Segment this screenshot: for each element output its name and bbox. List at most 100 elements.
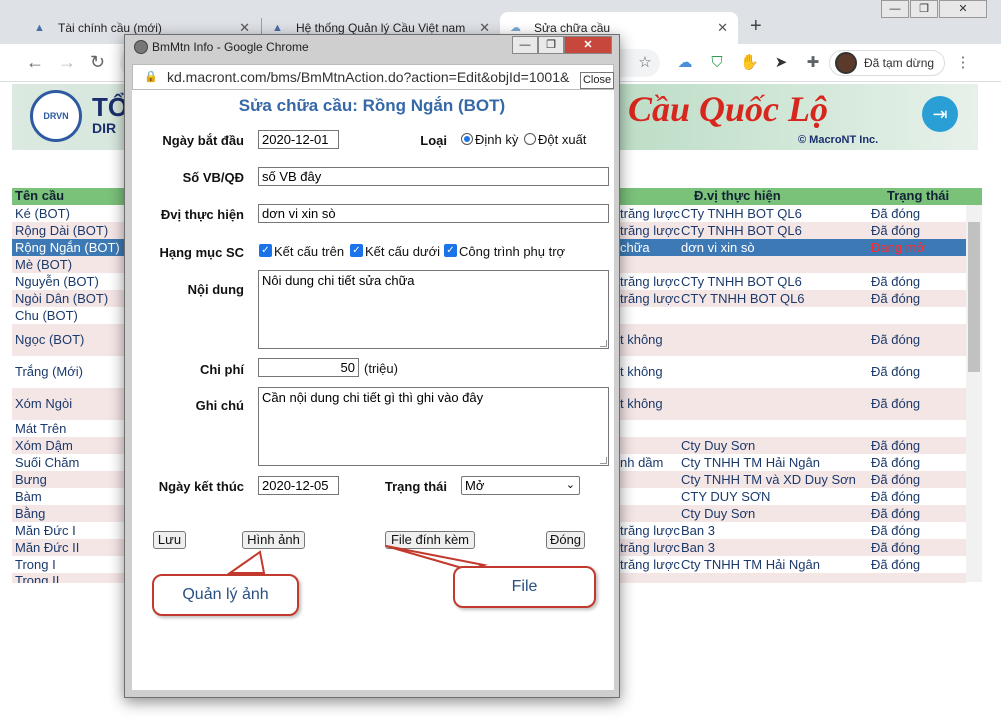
radio-periodic[interactable] bbox=[461, 133, 473, 148]
row-status: Đã đóng bbox=[871, 556, 921, 572]
row-unit: Cty TNHH TM Hải Ngân bbox=[681, 454, 820, 470]
radio-periodic-label: Định kỳ bbox=[475, 132, 519, 147]
row-status: Đã đóng bbox=[871, 505, 921, 521]
row-status: Đã đóng bbox=[871, 539, 921, 555]
row-name: Suối Chăm bbox=[15, 454, 80, 470]
cloud-icon: ☁ bbox=[510, 22, 521, 34]
close-tooltip: Close bbox=[580, 72, 614, 89]
label-cost: Chi phí bbox=[199, 362, 244, 377]
shield-extension-icon[interactable]: ⛉ bbox=[708, 54, 726, 72]
forward-icon[interactable]: → bbox=[58, 52, 76, 73]
doc-no-input[interactable]: số VB đây bbox=[258, 167, 609, 186]
stop-extension-icon[interactable]: ✋ bbox=[740, 54, 759, 72]
note-textarea[interactable]: Cần nội dung chi tiết gì thì ghi vào đây bbox=[258, 387, 609, 466]
logo: DRVN bbox=[30, 90, 82, 142]
row-unit: Cty TNHH TM và XD Duy Sơn bbox=[681, 471, 856, 487]
tab-label: Sửa chữa cầu bbox=[534, 21, 611, 35]
row-unit: CTy TNHH BOT QL6 bbox=[681, 273, 802, 289]
status-select[interactable]: Mở ⌄ bbox=[461, 476, 580, 495]
back-icon[interactable]: ← bbox=[26, 52, 44, 73]
resize-handle[interactable] bbox=[600, 457, 607, 464]
chrome-icon bbox=[134, 40, 148, 54]
popup-close-icon[interactable]: ✕ bbox=[564, 36, 612, 54]
row-category: trăng lược bbox=[620, 556, 680, 572]
checkbox-lower-label: Kết cấu dưới bbox=[365, 244, 441, 259]
row-status: Đã đóng bbox=[871, 364, 921, 379]
logo-text: DRVN bbox=[43, 111, 69, 121]
row-name: Mát Trên bbox=[15, 420, 67, 436]
file-callout: File bbox=[453, 566, 596, 608]
row-unit: dơn vi xin sò bbox=[681, 239, 755, 255]
row-status: Đã đóng bbox=[871, 205, 921, 221]
star-icon[interactable]: ☆ bbox=[636, 54, 654, 72]
row-status: Đã đóng bbox=[871, 332, 921, 347]
maximize-icon[interactable]: ❐ bbox=[910, 0, 938, 18]
label-status: Trạng thái bbox=[384, 479, 447, 494]
row-name: Xóm Dậm bbox=[15, 437, 73, 453]
row-name: Mè (BOT) bbox=[15, 256, 73, 272]
resize-handle[interactable] bbox=[600, 340, 607, 347]
row-name: Chu (BOT) bbox=[15, 307, 78, 323]
cost-unit: (triệu) bbox=[364, 361, 398, 376]
close-icon[interactable]: ✕ bbox=[717, 12, 728, 44]
checkbox-upper[interactable]: ✓ bbox=[259, 244, 272, 257]
cursor-extension-icon[interactable]: ➤ bbox=[772, 54, 790, 72]
reload-icon[interactable]: ↻ bbox=[90, 52, 105, 73]
row-name: Trong II bbox=[15, 573, 60, 583]
status-select-value: Mở bbox=[465, 478, 485, 493]
row-status: Đã đóng bbox=[871, 222, 921, 238]
row-status: Đã đóng bbox=[871, 273, 921, 289]
row-status: Đã đóng bbox=[871, 290, 921, 306]
menu-icon[interactable]: ⋮ bbox=[954, 54, 972, 72]
row-status: Đã đóng bbox=[871, 396, 921, 411]
row-name: Măn Đức II bbox=[15, 539, 80, 555]
cost-input[interactable]: 50 bbox=[258, 358, 359, 377]
row-name: Rộng Dài (BOT) bbox=[15, 222, 109, 238]
checkbox-aux[interactable]: ✓ bbox=[444, 244, 457, 257]
cloud-extension-icon[interactable]: ☁ bbox=[676, 54, 694, 72]
col-unit: Đ.vị thực hiện bbox=[694, 188, 781, 203]
new-tab-icon[interactable]: + bbox=[750, 15, 762, 38]
row-unit: CTy TNHH BOT QL6 bbox=[681, 205, 802, 221]
row-status: Đã đóng bbox=[871, 522, 921, 538]
popup-maximize-icon[interactable]: ❐ bbox=[538, 36, 564, 54]
radio-circle[interactable] bbox=[524, 133, 536, 145]
banner-org-sub: DIR bbox=[92, 120, 117, 136]
banner-org: TỔ bbox=[92, 92, 129, 122]
minimize-icon[interactable]: — bbox=[881, 0, 909, 18]
radio-circle[interactable] bbox=[461, 133, 473, 145]
content-textarea[interactable]: Nôi dung chi tiết sửa chữa bbox=[258, 270, 609, 349]
close-window-icon[interactable]: ✕ bbox=[939, 0, 987, 18]
row-name: Rộng Ngắn (BOT) bbox=[15, 239, 120, 255]
profile-label: Đã tạm dừng bbox=[864, 56, 935, 70]
puzzle-extensions-icon[interactable]: ✚ bbox=[804, 54, 822, 72]
col-status: Trạng thái bbox=[887, 188, 950, 203]
popup-url: kd.macront.com/bms/BmMtnAction.do?action… bbox=[132, 64, 614, 90]
radio-adhoc[interactable] bbox=[524, 133, 536, 148]
tab-label: Hệ thống Quản lý Cầu Việt nam bbox=[296, 21, 466, 35]
row-category: trăng lược bbox=[620, 539, 680, 555]
checkbox-aux-label: Công trình phụ trợ bbox=[459, 244, 566, 259]
checkbox-upper-label: Kết cấu trên bbox=[274, 244, 345, 259]
row-category: trăng lược bbox=[620, 273, 680, 289]
unit-input[interactable]: dơn vi xin sò bbox=[258, 204, 609, 223]
popup-minimize-icon[interactable]: — bbox=[512, 36, 538, 54]
images-callout: Quản lý ảnh bbox=[152, 574, 299, 616]
row-status: Đã đóng bbox=[871, 454, 921, 470]
row-unit: CTY TNHH BOT QL6 bbox=[681, 290, 805, 306]
end-date-input[interactable]: 2020-12-05 bbox=[258, 476, 339, 495]
scroll-thumb[interactable] bbox=[968, 222, 980, 372]
avatar bbox=[835, 52, 857, 74]
label-start-date: Ngày bắt đầu bbox=[162, 133, 244, 148]
start-date-input[interactable]: 2020-12-01 bbox=[258, 130, 339, 149]
lock-icon: 🔒 bbox=[144, 71, 158, 83]
form-title: Sửa chữa cầu: Rồng Ngắn (BOT) bbox=[238, 96, 506, 115]
content-text: Nôi dung chi tiết sửa chữa bbox=[262, 273, 415, 288]
row-category: trăng lược bbox=[620, 290, 680, 306]
row-name: Bàm bbox=[15, 488, 42, 504]
row-name: Trong I bbox=[15, 556, 56, 572]
checkbox-lower[interactable]: ✓ bbox=[350, 244, 363, 257]
row-name: Trắng (Mới) bbox=[15, 364, 83, 379]
row-unit: CTy TNHH BOT QL6 bbox=[681, 222, 802, 238]
exit-icon[interactable]: ⇥ bbox=[922, 96, 958, 132]
